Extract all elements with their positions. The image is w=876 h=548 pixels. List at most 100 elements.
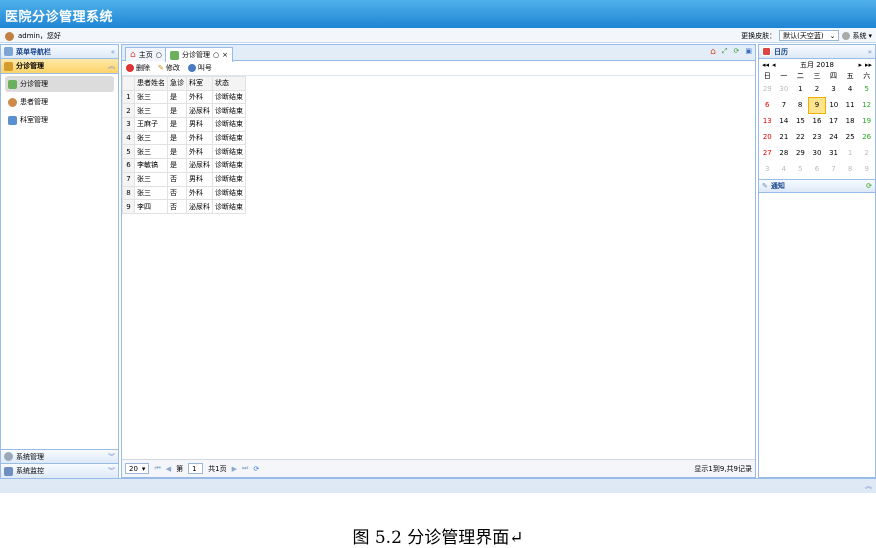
left-nav-header: 菜单导航栏 «	[1, 45, 118, 59]
accordion-triage[interactable]: 分诊管理 ︽	[1, 59, 118, 74]
refresh-icon[interactable]: ⟳	[866, 182, 872, 190]
calendar-day[interactable]: 4	[842, 81, 859, 97]
tab-triage[interactable]: 分诊管理 ○ ×	[165, 47, 233, 62]
collapse-right-icon[interactable]: »	[868, 48, 872, 56]
calendar-day[interactable]: 26	[858, 129, 875, 145]
edit-button[interactable]: ✎ 修改	[158, 63, 180, 73]
weekday-label: 三	[813, 72, 821, 80]
table-row[interactable]: 6 李敏镐是泌尿科 诊断结束	[122, 158, 246, 173]
calendar-day[interactable]: 27	[759, 145, 776, 161]
delete-button[interactable]: 删除	[126, 63, 150, 73]
calendar-day[interactable]: 6	[809, 161, 826, 177]
nav-item-patients[interactable]: 患者管理	[5, 94, 114, 110]
calendar-day[interactable]: 2	[858, 145, 875, 161]
refresh-icon[interactable]: ⟳	[734, 47, 740, 57]
next-page-icon[interactable]: ▶	[232, 465, 237, 473]
calendar-day[interactable]: 15	[792, 113, 809, 129]
calendar-day[interactable]: 29	[759, 81, 776, 97]
calendar-day[interactable]: 4	[776, 161, 793, 177]
refresh-icon[interactable]: ⟳	[253, 465, 259, 473]
home-icon[interactable]: ⌂	[710, 47, 716, 57]
column-header-name[interactable]: 患者姓名	[134, 76, 168, 91]
first-page-icon[interactable]: ⏮	[154, 464, 160, 473]
calendar-day[interactable]: 3	[759, 161, 776, 177]
calendar-day[interactable]: 28	[776, 145, 793, 161]
skin-select[interactable]: 默认(天空蓝) ⌄	[779, 30, 840, 41]
calendar-day[interactable]: 7	[825, 161, 842, 177]
left-nav-title: 菜单导航栏	[16, 47, 51, 56]
calendar-week: 29 30 1 2 3 4 5	[759, 81, 875, 97]
accordion-system[interactable]: 系统管理 ︾	[1, 449, 118, 464]
calendar-day[interactable]: 9	[858, 161, 875, 177]
calendar-day[interactable]: 12	[858, 97, 875, 113]
calendar-day[interactable]: 11	[842, 97, 859, 113]
calendar-day[interactable]: 14	[776, 113, 793, 129]
table-row[interactable]: 2 张三是泌尿科 诊断结束	[122, 103, 246, 119]
column-header-dept[interactable]: 科室	[186, 76, 213, 91]
column-header-urgent[interactable]: 急诊	[167, 76, 187, 91]
calendar-day[interactable]: 31	[825, 145, 842, 161]
calendar-day[interactable]: 5	[858, 81, 875, 97]
call-number-button[interactable]: 叫号	[187, 63, 212, 73]
prev-year-icon[interactable]: ◂◂	[762, 61, 769, 69]
system-menu-button[interactable]: 系统 ▾	[842, 31, 872, 41]
calendar-day[interactable]: 6	[759, 97, 776, 113]
calendar-header: 日历 »	[759, 45, 875, 59]
refresh-tab-icon[interactable]: ○	[213, 51, 219, 59]
next-year-icon[interactable]: ▸▸	[865, 61, 872, 69]
calendar-day[interactable]: 22	[792, 129, 809, 145]
tab-home[interactable]: ⌂ 主页 ○	[125, 47, 167, 61]
calendar-day[interactable]: 3	[825, 81, 842, 97]
column-header-status[interactable]: 状态	[212, 76, 246, 91]
next-month-icon[interactable]: ▸	[858, 61, 862, 69]
calendar-day[interactable]: 24	[825, 129, 842, 145]
calendar-day[interactable]: 25	[842, 129, 859, 145]
refresh-tab-icon[interactable]: ○	[156, 51, 162, 59]
calendar-day[interactable]: 1	[792, 81, 809, 97]
calendar-day[interactable]: 13	[759, 113, 776, 129]
calendar-day[interactable]: 29	[792, 145, 809, 161]
calendar-month-label[interactable]: 五月 2018	[779, 60, 856, 70]
calendar-day[interactable]: 5	[792, 161, 809, 177]
calendar-day[interactable]: 19	[858, 113, 875, 129]
calendar-day[interactable]: 10	[825, 97, 842, 113]
calendar-day[interactable]: 16	[809, 113, 826, 129]
table-row[interactable]: 5 张三是外科 诊断结束	[122, 144, 246, 160]
calendar-day[interactable]: 18	[842, 113, 859, 129]
window-icon[interactable]: ▣	[745, 47, 752, 57]
calendar-day[interactable]: 30	[776, 81, 793, 97]
calendar-day[interactable]: 7	[776, 97, 793, 113]
nav-item-departments[interactable]: 科室管理	[5, 112, 114, 128]
tab-bar: ⌂ 主页 ○ 分诊管理 ○ × ⌂ ⤢ ⟳ ▣	[122, 45, 755, 62]
prev-page-icon[interactable]: ◀	[166, 465, 171, 473]
page-input[interactable]: 1	[188, 463, 204, 474]
nav-item-triage[interactable]: 分诊管理	[5, 76, 114, 92]
calendar-day[interactable]: 21	[776, 129, 793, 145]
table-row[interactable]: 4 张三是外科 诊断结束	[122, 130, 246, 146]
calendar-day[interactable]: 23	[809, 129, 826, 145]
accordion-monitor[interactable]: 系统监控 ︾	[1, 464, 118, 479]
calendar-day[interactable]: 1	[842, 145, 859, 161]
pencil-icon	[8, 79, 17, 89]
tab-tools: ⌂ ⤢ ⟳ ▣	[710, 47, 752, 57]
fullscreen-icon[interactable]: ⤢	[722, 47, 728, 57]
collapse-left-icon[interactable]: «	[111, 48, 115, 56]
calendar-day[interactable]: 20	[759, 129, 776, 145]
cell-name: 李敏镐	[134, 158, 168, 173]
table-row[interactable]: 3 王麻子是男科 诊断结束	[122, 117, 246, 132]
calendar-day[interactable]: 30	[809, 145, 826, 161]
calendar-day[interactable]: 8	[842, 161, 859, 177]
prev-month-icon[interactable]: ◂	[772, 61, 776, 69]
calendar-day[interactable]: 17	[825, 113, 842, 129]
table-row[interactable]: 1 张三是外科 诊断结束	[122, 89, 246, 105]
table-row[interactable]: 9 李四否泌尿科 诊断结束	[122, 199, 246, 214]
table-row[interactable]: 7 张三否男科 诊断结束	[122, 171, 246, 187]
last-page-icon[interactable]: ⏭	[242, 464, 248, 473]
table-row[interactable]: 8 张三否外科 诊断结束	[122, 185, 246, 201]
calendar-day[interactable]: 2	[809, 81, 826, 97]
page-size-select[interactable]: 20 ▾	[125, 463, 150, 474]
close-icon[interactable]: ×	[222, 51, 228, 59]
calendar-day[interactable]: 9	[808, 96, 826, 114]
calendar-day[interactable]: 8	[792, 97, 809, 113]
chevron-up-icon[interactable]: ︽	[865, 481, 872, 491]
